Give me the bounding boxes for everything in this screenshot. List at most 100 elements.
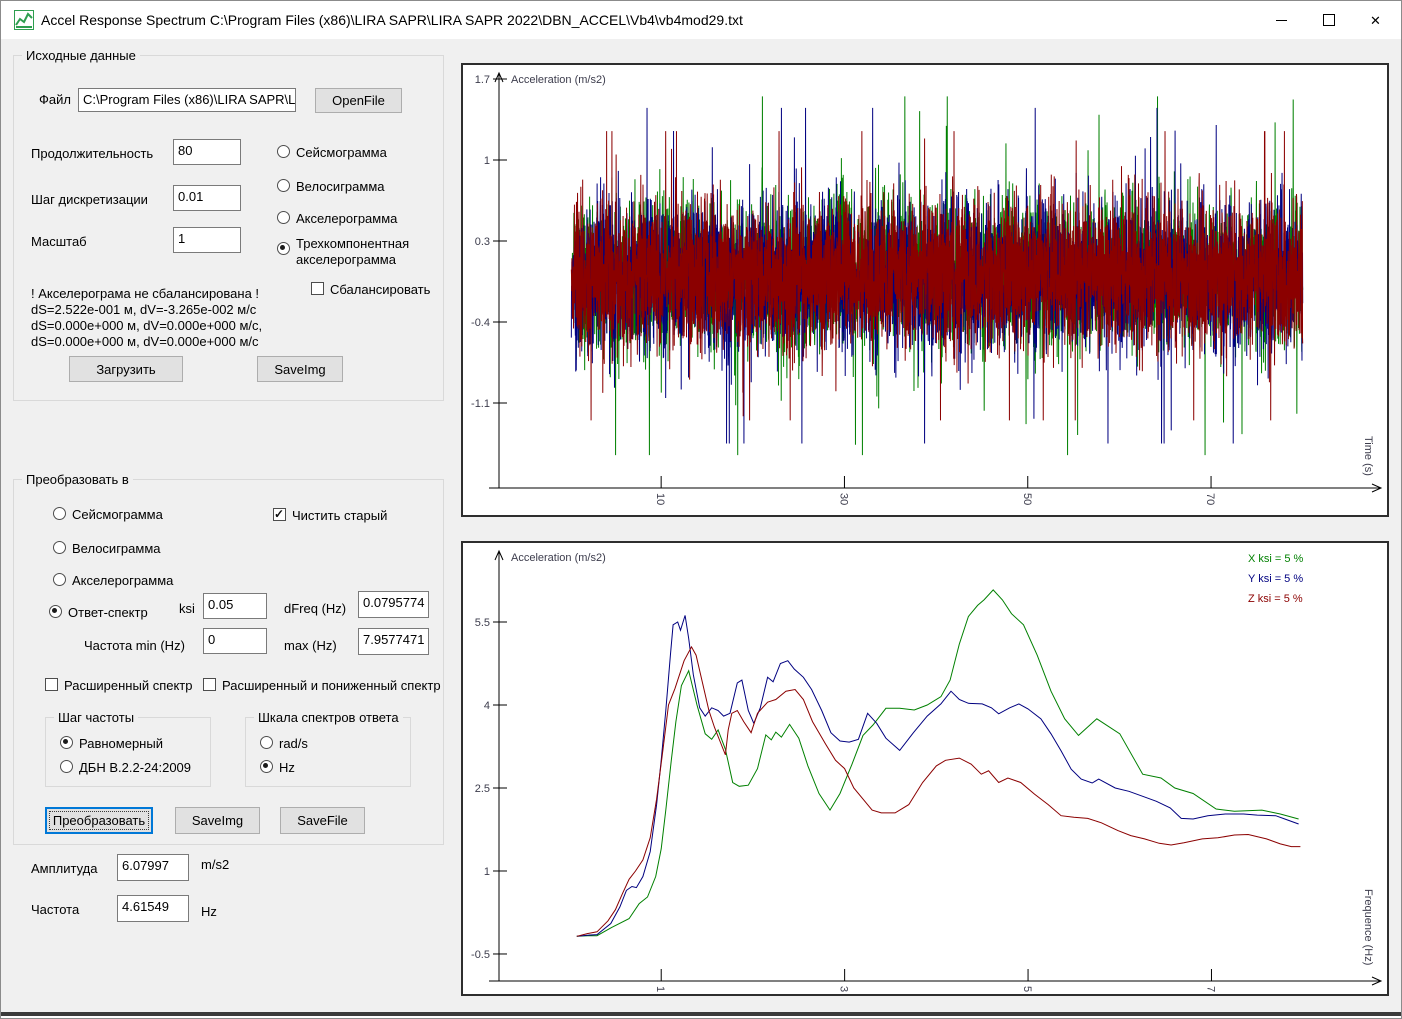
accelerogram-chart-panel: Acceleration (m/s2) Time (s) 1.7 1 0.3 -0.4 -1… <box>461 63 1389 517</box>
group-title: Преобразовать в <box>22 472 133 487</box>
radio-velosigram[interactable] <box>277 179 290 192</box>
app-window: Accel Response Spectrum C:\Program Files… <box>0 0 1402 1019</box>
radio-seismogram-label: Сейсмограмма <box>296 145 387 160</box>
freq-step-group: Шаг частоты Равномерный ДБН В.2.2-24:200… <box>45 710 211 787</box>
radio-uniform-label: Равномерный <box>79 736 163 751</box>
radio-convert-accelerogram[interactable] <box>53 573 66 586</box>
scale-label: Масштаб <box>31 234 87 249</box>
clear-old-checkbox[interactable] <box>273 507 286 521</box>
frequency-unit: Hz <box>201 904 217 919</box>
scale-input[interactable]: 1 <box>173 227 241 253</box>
svg-text:-0.5: -0.5 <box>471 949 490 961</box>
svg-text:1: 1 <box>654 986 666 992</box>
svg-text:X ksi = 5 %: X ksi = 5 % <box>1248 553 1304 565</box>
radio-convert-velosigram[interactable] <box>53 541 66 554</box>
step-label: Шаг дискретизации <box>31 192 148 207</box>
radio-convert-seismogram[interactable] <box>53 507 66 520</box>
radio-convert-seismogram-label: Сейсмограмма <box>72 507 163 522</box>
svg-text:Acceleration (m/s2): Acceleration (m/s2) <box>511 552 606 564</box>
maximize-icon <box>1322 14 1335 26</box>
radio-dbn-label: ДБН В.2.2-24:2009 <box>79 760 192 775</box>
amplitude-input[interactable]: 6.07997 <box>117 854 189 881</box>
maximize-button[interactable] <box>1305 1 1352 39</box>
balance-checkbox[interactable] <box>311 282 324 295</box>
duration-label: Продолжительность <box>31 146 154 161</box>
minimize-button[interactable] <box>1258 1 1305 39</box>
save-img-button-2[interactable]: SaveImg <box>175 807 260 834</box>
save-img-button[interactable]: SaveImg <box>257 356 343 382</box>
svg-text:Z ksi = 5 %: Z ksi = 5 % <box>1248 593 1303 605</box>
frequency-label: Частота <box>31 902 80 917</box>
radio-hz[interactable] <box>260 760 273 773</box>
dfreq-label: dFreq (Hz) <box>284 601 347 616</box>
svg-text:10: 10 <box>654 493 666 505</box>
freq-max-label: max (Hz) <box>284 638 337 653</box>
window-controls: ✕ <box>1258 1 1399 39</box>
svg-text:3: 3 <box>838 986 850 992</box>
svg-text:Acceleration (m/s2): Acceleration (m/s2) <box>511 74 606 86</box>
spectrum-plot: Acceleration (m/s2) Frequence (Hz) 5.5 4 2.5… <box>471 549 1383 992</box>
warning-line: ! Акселерограма не сбалансирована ! <box>31 286 260 301</box>
convert-button[interactable]: Преобразовать <box>45 807 153 834</box>
amplitude-unit: m/s2 <box>201 857 230 872</box>
svg-text:5: 5 <box>1021 986 1033 992</box>
svg-text:50: 50 <box>1021 493 1033 505</box>
app-icon <box>14 10 34 30</box>
amplitude-label: Амплитуда <box>31 861 98 876</box>
radio-accelerogram[interactable] <box>277 211 290 224</box>
radio-uniform[interactable] <box>60 736 73 749</box>
open-file-button[interactable]: OpenFile <box>315 88 402 113</box>
duration-input[interactable]: 80 <box>173 139 241 165</box>
svg-text:4: 4 <box>484 700 490 712</box>
file-label: Файл <box>39 92 71 107</box>
dfreq-input[interactable]: 0.0795774 <box>358 591 429 618</box>
group-title: Шкала спектров ответа <box>254 710 403 725</box>
radio-dbn[interactable] <box>60 760 73 773</box>
group-title: Шаг частоты <box>54 710 139 725</box>
step-input[interactable]: 0.01 <box>173 185 241 211</box>
svg-text:7: 7 <box>1204 986 1216 992</box>
close-icon: ✕ <box>1370 12 1381 28</box>
radio-three-component[interactable] <box>277 242 290 255</box>
svg-text:1: 1 <box>484 866 490 878</box>
svg-text:2.5: 2.5 <box>475 783 490 795</box>
frequency-input[interactable]: 4.61549 <box>117 895 189 922</box>
svg-text:-0.4: -0.4 <box>471 317 490 329</box>
radio-rads-label: rad/s <box>279 736 308 751</box>
load-button[interactable]: Загрузить <box>69 356 183 382</box>
svg-text:70: 70 <box>1204 493 1216 505</box>
extended-spectrum-checkbox[interactable] <box>45 678 58 691</box>
spectrum-chart-panel: Acceleration (m/s2) Frequence (Hz) 5.5 4 2.5… <box>461 541 1389 996</box>
accelerogram-axes: Acceleration (m/s2) Time (s) 1.7 1 0.3 -0.4 -1… <box>471 71 1383 505</box>
warning-line: dS=0.000e+000 м, dV=0.000e+000 м/с, <box>31 318 263 333</box>
convert-group: Преобразовать в <box>13 472 444 845</box>
extended-lowered-checkbox[interactable] <box>203 678 216 691</box>
radio-convert-accelerogram-label: Акселерограмма <box>72 573 174 588</box>
freq-max-input[interactable]: 7.9577471 <box>358 628 429 655</box>
clear-old-checkbox-label: Чистить старый <box>292 508 388 523</box>
radio-response-spectrum[interactable] <box>49 605 62 618</box>
freq-min-input[interactable]: 0 <box>203 628 267 654</box>
svg-text:-1.1: -1.1 <box>471 398 490 410</box>
extended-lowered-label: Расширенный и пониженный спектр <box>222 678 441 693</box>
svg-text:0.3: 0.3 <box>475 236 490 248</box>
radio-accelerogram-label: Акселерограмма <box>296 211 398 226</box>
extended-spectrum-label: Расширенный спектр <box>64 678 193 693</box>
radio-convert-velosigram-label: Велосиграмма <box>72 541 161 556</box>
svg-text:1.7: 1.7 <box>475 74 490 86</box>
radio-velosigram-label: Велосиграмма <box>296 179 385 194</box>
window-title: Accel Response Spectrum C:\Program Files… <box>41 12 743 28</box>
title-bar: Accel Response Spectrum C:\Program Files… <box>1 1 1401 39</box>
svg-text:Y ksi = 5 %: Y ksi = 5 % <box>1248 573 1303 585</box>
svg-text:Time (s): Time (s) <box>1362 436 1374 476</box>
radio-seismogram[interactable] <box>277 145 290 158</box>
save-file-button[interactable]: SaveFile <box>280 807 365 834</box>
close-button[interactable]: ✕ <box>1352 1 1399 39</box>
ksi-input[interactable]: 0.05 <box>203 593 267 619</box>
svg-text:1: 1 <box>484 155 490 167</box>
file-path-input[interactable]: C:\Program Files (x86)\LIRA SAPR\LIRA SA… <box>78 88 296 112</box>
radio-hz-label: Hz <box>279 760 295 775</box>
client-area: Исходные данные Файл C:\Program Files (x… <box>1 39 1401 1016</box>
radio-rads[interactable] <box>260 736 273 749</box>
svg-text:30: 30 <box>837 493 849 505</box>
